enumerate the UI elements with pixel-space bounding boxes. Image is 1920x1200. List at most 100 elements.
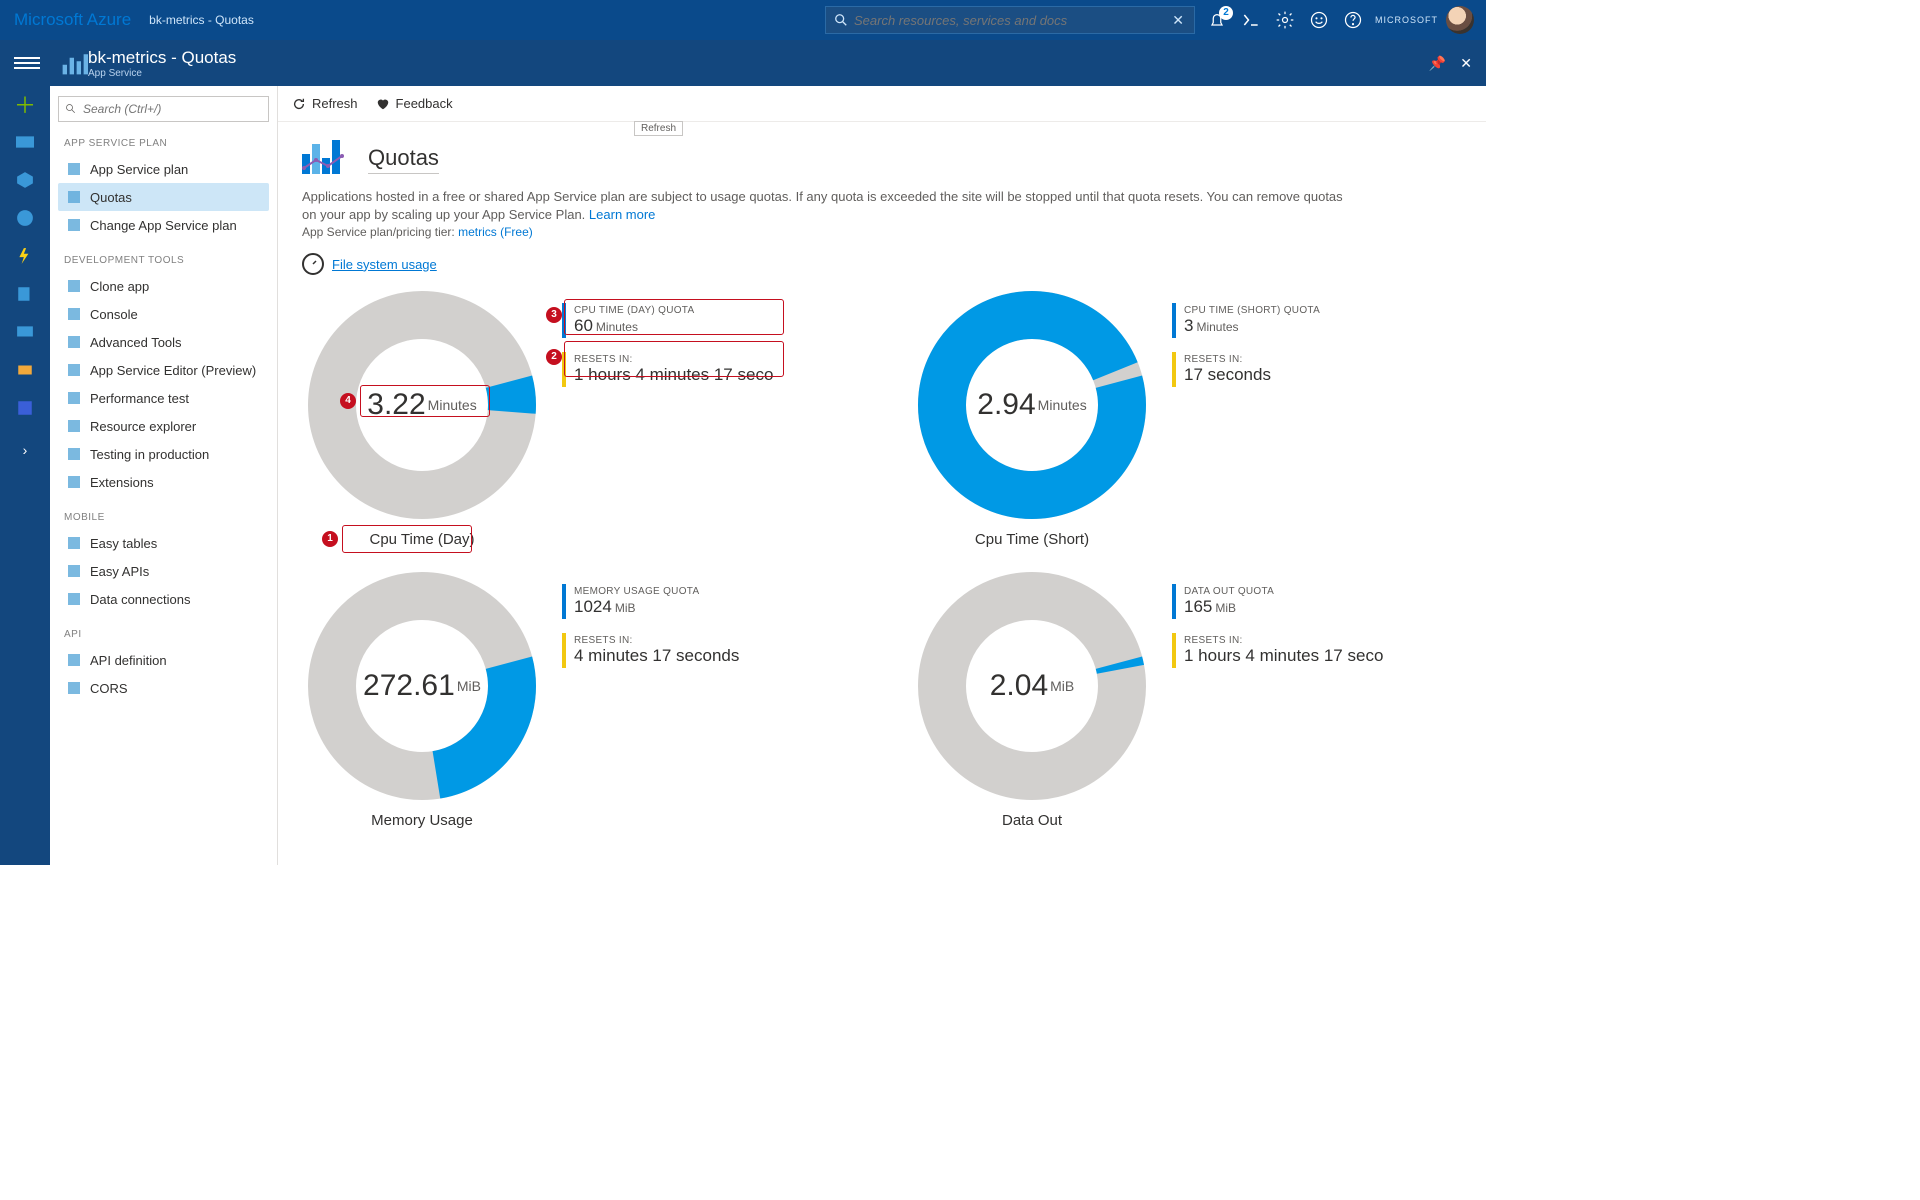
notification-badge: 2 bbox=[1219, 6, 1233, 20]
nav-group-label: APP SERVICE PLAN bbox=[64, 138, 263, 149]
menu-search-input[interactable] bbox=[83, 102, 262, 116]
settings-icon[interactable] bbox=[1275, 10, 1295, 30]
nav-item-label: Testing in production bbox=[90, 447, 209, 462]
clear-search-icon[interactable]: ✕ bbox=[1170, 12, 1186, 29]
rail-sql-icon[interactable] bbox=[13, 282, 37, 306]
rail-new-icon[interactable]: ＋ bbox=[13, 92, 37, 116]
donut-chart: 272.61MiB bbox=[302, 566, 542, 806]
nav-item[interactable]: Extensions bbox=[58, 468, 269, 496]
refresh-button[interactable]: Refresh bbox=[292, 96, 358, 111]
nav-item-icon bbox=[66, 563, 82, 579]
nav-item-icon bbox=[66, 680, 82, 696]
quota-reset-box: RESETS IN:17 seconds bbox=[1172, 352, 1320, 387]
blade-title: bk-metrics - Quotas bbox=[88, 48, 236, 68]
nav-item[interactable]: Quotas bbox=[58, 183, 269, 211]
nav-item[interactable]: Data connections bbox=[58, 585, 269, 613]
nav-item-label: Performance test bbox=[90, 391, 189, 406]
nav-item-icon bbox=[66, 418, 82, 434]
pin-icon[interactable]: 📌 bbox=[1429, 55, 1446, 72]
rail-storage-icon[interactable] bbox=[13, 358, 37, 382]
quota-value: 272.61 bbox=[363, 669, 455, 703]
nav-item[interactable]: Easy APIs bbox=[58, 557, 269, 585]
quota-name: Cpu Time (Short) bbox=[912, 531, 1152, 548]
global-search-input[interactable] bbox=[854, 13, 1170, 28]
nav-item-label: Easy APIs bbox=[90, 564, 149, 579]
quota-unit: MiB bbox=[457, 678, 481, 694]
nav-item-label: API definition bbox=[90, 653, 167, 668]
nav-item-label: Quotas bbox=[90, 190, 132, 205]
nav-item-icon bbox=[66, 362, 82, 378]
nav-item[interactable]: Resource explorer bbox=[58, 412, 269, 440]
nav-item[interactable]: App Service Editor (Preview) bbox=[58, 356, 269, 384]
refresh-label: Refresh bbox=[312, 96, 358, 111]
feedback-smile-icon[interactable] bbox=[1309, 10, 1329, 30]
nav-item[interactable]: Clone app bbox=[58, 272, 269, 300]
quota-limit-box: CPU TIME (DAY) QUOTA60Minutes bbox=[562, 303, 773, 338]
feedback-button[interactable]: Feedback bbox=[376, 96, 453, 111]
left-rail: ＋ › bbox=[0, 86, 50, 865]
nav-item-icon bbox=[66, 334, 82, 350]
nav-item[interactable]: Performance test bbox=[58, 384, 269, 412]
rail-web-icon[interactable] bbox=[13, 206, 37, 230]
rail-function-icon[interactable] bbox=[13, 244, 37, 268]
rail-resource-icon[interactable] bbox=[13, 168, 37, 192]
quota-card: 2.04MiBData OutDATA OUT QUOTA165MiBRESET… bbox=[912, 566, 1462, 829]
intro-text: Applications hosted in a free or shared … bbox=[302, 188, 1352, 223]
rail-misc-icon[interactable] bbox=[13, 396, 37, 420]
nav-item-icon bbox=[66, 390, 82, 406]
quota-limit-box: DATA OUT QUOTA165MiB bbox=[1172, 584, 1383, 619]
rail-vm-icon[interactable] bbox=[13, 320, 37, 344]
quota-unit: MiB bbox=[1050, 678, 1074, 694]
nav-item-label: Console bbox=[90, 307, 138, 322]
nav-item[interactable]: Easy tables bbox=[58, 529, 269, 557]
quota-value: 2.04 bbox=[990, 669, 1048, 703]
nav-item[interactable]: Change App Service plan bbox=[58, 211, 269, 239]
nav-item[interactable]: App Service plan bbox=[58, 155, 269, 183]
blade-header: bk-metrics - Quotas App Service 📌 ✕ bbox=[0, 40, 1486, 86]
donut-chart: 2.04MiB bbox=[912, 566, 1152, 806]
user-avatar[interactable] bbox=[1446, 6, 1474, 34]
quota-reset-box: RESETS IN:1 hours 4 minutes 17 seco bbox=[562, 352, 773, 387]
nav-group-label: MOBILE bbox=[64, 512, 263, 523]
notifications-icon[interactable]: 2 bbox=[1207, 10, 1227, 30]
learn-more-link[interactable]: Learn more bbox=[589, 207, 655, 222]
brand[interactable]: Microsoft Azure bbox=[14, 10, 131, 30]
nav-item-label: Advanced Tools bbox=[90, 335, 182, 350]
nav-item-icon bbox=[66, 161, 82, 177]
nav-group-label: DEVELOPMENT TOOLS bbox=[64, 255, 263, 266]
quotas-blade-icon bbox=[60, 49, 88, 77]
tier-line: App Service plan/pricing tier: metrics (… bbox=[302, 225, 1462, 239]
rail-dashboard-icon[interactable] bbox=[13, 130, 37, 154]
pricing-tier-link[interactable]: metrics (Free) bbox=[458, 225, 533, 239]
annotation-badge: 4 bbox=[340, 393, 356, 409]
nav-item[interactable]: Advanced Tools bbox=[58, 328, 269, 356]
nav-item-icon bbox=[66, 591, 82, 607]
quota-unit: Minutes bbox=[428, 397, 477, 413]
quotas-page-icon bbox=[302, 140, 340, 174]
nav-item[interactable]: Console bbox=[58, 300, 269, 328]
quota-value: 2.94 bbox=[977, 388, 1035, 422]
breadcrumb[interactable]: bk-metrics - Quotas bbox=[149, 13, 254, 27]
menu-search[interactable] bbox=[58, 96, 269, 122]
page-title: Quotas bbox=[368, 145, 439, 174]
hamburger-menu[interactable] bbox=[14, 54, 40, 72]
annotation-badge: 3 bbox=[546, 307, 562, 323]
donut-chart: 2.94Minutes bbox=[912, 285, 1152, 525]
nav-item[interactable]: API definition bbox=[58, 646, 269, 674]
quota-value: 3.22 bbox=[367, 388, 425, 422]
global-search[interactable]: ✕ bbox=[825, 6, 1195, 34]
file-system-usage-link[interactable]: File system usage bbox=[332, 257, 437, 272]
nav-item[interactable]: CORS bbox=[58, 674, 269, 702]
rail-expand-icon[interactable]: › bbox=[13, 438, 37, 462]
nav-item-label: Data connections bbox=[90, 592, 190, 607]
help-icon[interactable] bbox=[1343, 10, 1363, 30]
nav-item-icon bbox=[66, 189, 82, 205]
global-header: Microsoft Azure bk-metrics - Quotas ✕ 2 … bbox=[0, 0, 1486, 40]
nav-item[interactable]: Testing in production bbox=[58, 440, 269, 468]
cloud-shell-icon[interactable] bbox=[1241, 10, 1261, 30]
close-icon[interactable]: ✕ bbox=[1460, 55, 1472, 72]
quota-unit: Minutes bbox=[1038, 397, 1087, 413]
annotation-badge: 2 bbox=[546, 349, 562, 365]
main-pane: Refresh Feedback Refresh Quotas Applicat… bbox=[278, 86, 1486, 865]
nav-item-label: Extensions bbox=[90, 475, 154, 490]
